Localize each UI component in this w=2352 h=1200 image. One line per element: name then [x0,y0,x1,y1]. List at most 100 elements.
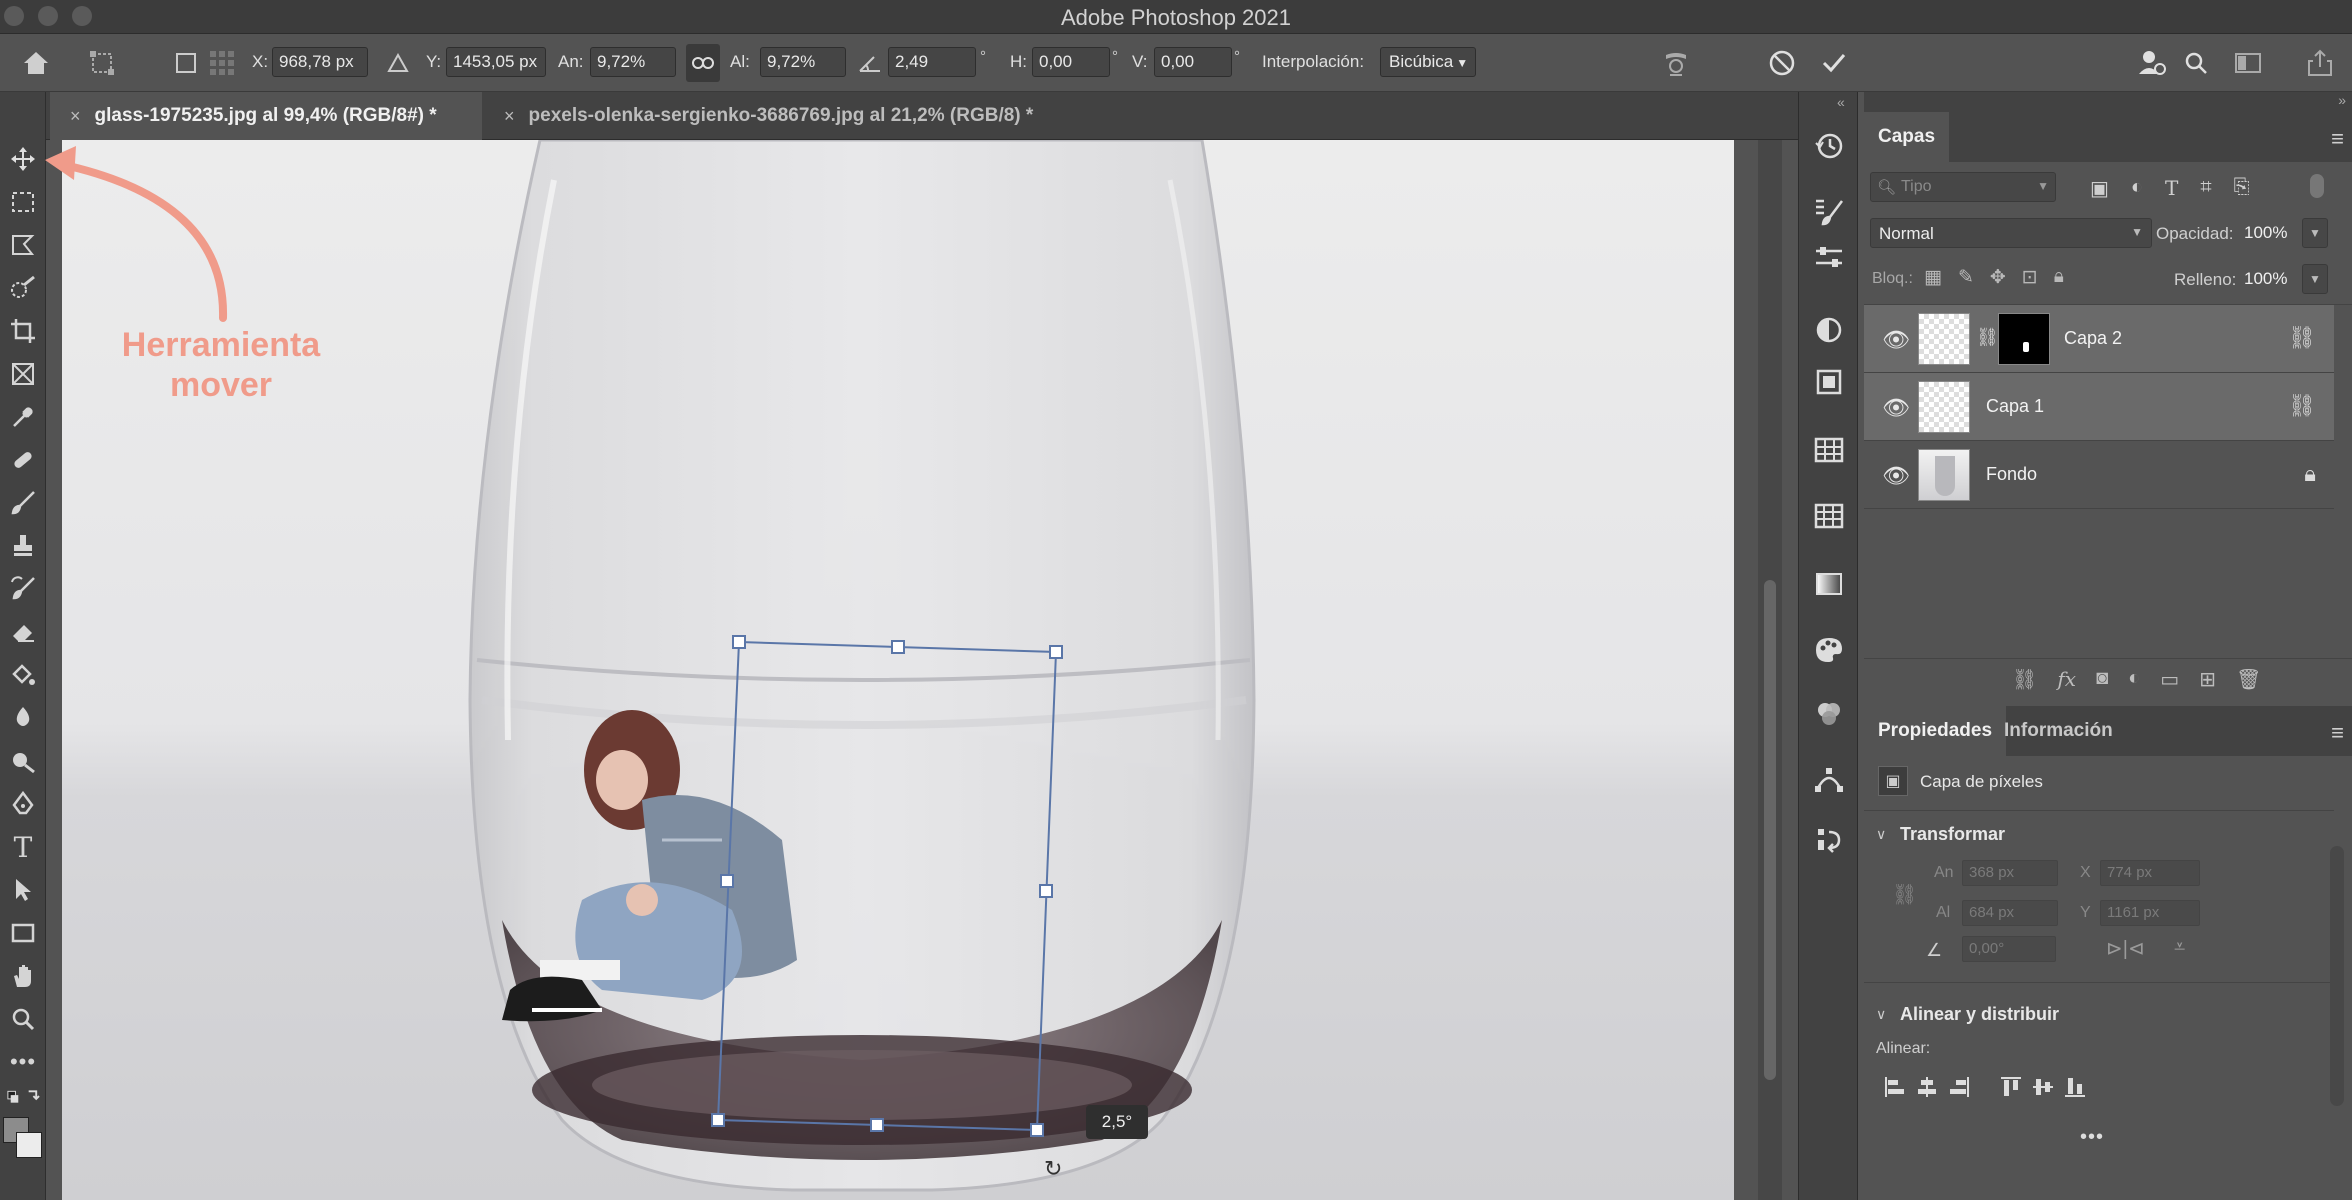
channels-grid-icon[interactable] [1811,432,1847,468]
rectangle-tool-icon[interactable] [6,916,40,950]
close-tab-icon[interactable]: × [504,106,515,127]
filter-pixel-icon[interactable]: ▣ [2090,176,2109,201]
add-mask-icon[interactable]: ◙ [2096,667,2108,692]
collapse-icon[interactable]: » [2338,92,2346,108]
paint-bucket-tool-icon[interactable] [6,658,40,692]
y-position-field[interactable]: 1453,05 px [446,47,546,77]
layer-filter-select[interactable]: 🔍︎ Tipo ▼ [1870,172,2056,202]
visibility-eye-icon[interactable]: 👁︎ [1882,327,1910,353]
align-top-icon[interactable] [1996,1072,2026,1102]
warp-icon[interactable] [1660,47,1692,79]
workspace-icon[interactable] [2232,47,2264,79]
panel-menu-icon[interactable]: ≡ [2331,126,2344,152]
link-layers-icon[interactable]: ⛓︎ [2012,667,2037,692]
stamp-tool-icon[interactable] [6,529,40,563]
align-right-icon[interactable] [1944,1072,1974,1102]
close-tab-icon[interactable]: × [70,106,81,127]
v-skew-field[interactable]: 0,00 [1154,47,1232,77]
flip-horizontal-icon[interactable]: ⊳|⊲ [2106,936,2145,961]
y-field[interactable]: 1161 px [2100,900,2200,926]
properties-scrollbar[interactable] [2330,846,2344,1106]
transform-handle-top-right[interactable] [1049,645,1063,659]
x-field[interactable]: 774 px [2100,860,2200,886]
visibility-eye-icon[interactable]: 👁︎ [1882,395,1910,421]
transform-handle-bottom-right[interactable] [1030,1123,1044,1137]
opacity-dropdown-icon[interactable]: ▼ [2302,218,2328,248]
scrollbar-thumb[interactable] [1764,580,1776,1080]
link-dimensions-icon[interactable]: ⛓︎ [1892,882,1917,907]
path-selection-tool-icon[interactable] [6,873,40,907]
transform-handle-top-center[interactable] [891,640,905,654]
blur-tool-icon[interactable] [6,701,40,735]
transform-handle-top-left[interactable] [732,635,746,649]
more-options-icon[interactable]: ••• [2080,1126,2104,1149]
quick-selection-tool-icon[interactable] [6,271,40,305]
user-share-icon[interactable] [2136,47,2168,79]
adjustments-sliders-icon[interactable] [1811,240,1847,276]
flip-vertical-icon[interactable]: ⩡ [2174,936,2185,959]
brush-tool-icon[interactable] [6,486,40,520]
table-icon[interactable] [1811,498,1847,534]
pen-tool-icon[interactable] [6,787,40,821]
eraser-tool-icon[interactable] [6,615,40,649]
angle-field[interactable]: 0,00° [1962,936,2056,962]
gradient-icon[interactable] [1811,566,1847,602]
filter-toggle[interactable] [2310,174,2324,198]
layer-row-capa-1[interactable]: 👁︎ Capa 1 ⛓︎ [1864,373,2334,441]
fill-field[interactable]: 100% [2244,264,2300,294]
tab-pexels[interactable]: × pexels-olenka-sergienko-3686769.jpg al… [484,92,1104,140]
panel-menu-icon[interactable]: ≡ [2331,720,2344,746]
align-bottom-icon[interactable] [2060,1072,2090,1102]
collapse-icon[interactable]: « [1837,94,1845,110]
transform-handle-bottom-left[interactable] [711,1113,725,1127]
background-color-swatch[interactable] [16,1132,42,1158]
align-horizontal-center-icon[interactable] [1912,1072,1942,1102]
marquee-tool-icon[interactable] [6,185,40,219]
vertical-scrollbar[interactable] [1758,140,1782,1200]
filter-shape-icon[interactable]: ⌗ [2200,176,2211,201]
align-left-icon[interactable] [1880,1072,1910,1102]
more-tools-icon[interactable]: ••• [6,1045,40,1079]
tab-info[interactable]: Información [1990,706,2127,756]
lock-all-icon[interactable]: 🔒︎ [2054,266,2064,289]
link-proportions-icon[interactable] [686,44,720,82]
tab-properties[interactable]: Propiedades [1864,706,2007,756]
h-skew-field[interactable]: 0,00 [1032,47,1110,77]
mask-link-icon[interactable]: ⛓︎ [1976,327,1999,348]
transform-mode-icon[interactable] [86,47,118,79]
new-adjustment-icon[interactable]: ◐ [2128,667,2140,692]
delete-layer-trash-icon[interactable]: 🗑︎ [2236,667,2261,692]
chevron-down-icon[interactable]: ∨ [1876,1006,1886,1023]
swatches-palette-icon[interactable] [1811,632,1847,668]
angle-field[interactable]: 2,49 [888,47,976,77]
share-icon[interactable] [2304,47,2336,79]
interpolation-select[interactable]: Bicúbica ▼ [1380,47,1476,77]
hand-tool-icon[interactable] [6,959,40,993]
search-icon[interactable] [2180,47,2212,79]
paths-icon[interactable] [1811,762,1847,798]
commit-transform-icon[interactable] [1818,47,1850,79]
layer-mask-thumbnail[interactable] [1998,313,2050,365]
cancel-transform-icon[interactable] [1766,47,1798,79]
tab-layers[interactable]: Capas [1864,112,1950,162]
filter-adjustment-icon[interactable]: ◐ [2131,176,2143,201]
lock-position-icon[interactable]: ✥ [1990,266,2006,289]
x-position-field[interactable]: 968,78 px [272,47,368,77]
tab-glass[interactable]: × glass-1975235.jpg al 99,4% (RGB/8#) * [50,92,482,140]
filter-smart-object-icon[interactable]: ⎘ [2234,176,2250,201]
eyedropper-tool-icon[interactable] [6,400,40,434]
healing-brush-tool-icon[interactable] [6,443,40,477]
height-percent-field[interactable]: 9,72% [760,47,846,77]
lock-artboard-icon[interactable]: ⊡ [2022,266,2038,289]
history-icon[interactable] [1811,128,1847,164]
move-tool-icon[interactable] [6,142,40,176]
lock-transparent-icon[interactable]: ▦ [1924,266,1942,289]
swap-colors-icon[interactable] [6,1085,40,1109]
history-brush-tool-icon[interactable] [6,572,40,606]
home-icon[interactable] [20,47,52,79]
chevron-down-icon[interactable]: ∨ [1876,826,1886,843]
layer-row-fondo[interactable]: 👁︎ Fondo 🔒︎ [1864,441,2334,509]
fx-icon[interactable]: fx [2057,667,2076,692]
h-field[interactable]: 684 px [1962,900,2058,926]
brush-settings-icon[interactable] [1811,194,1847,230]
